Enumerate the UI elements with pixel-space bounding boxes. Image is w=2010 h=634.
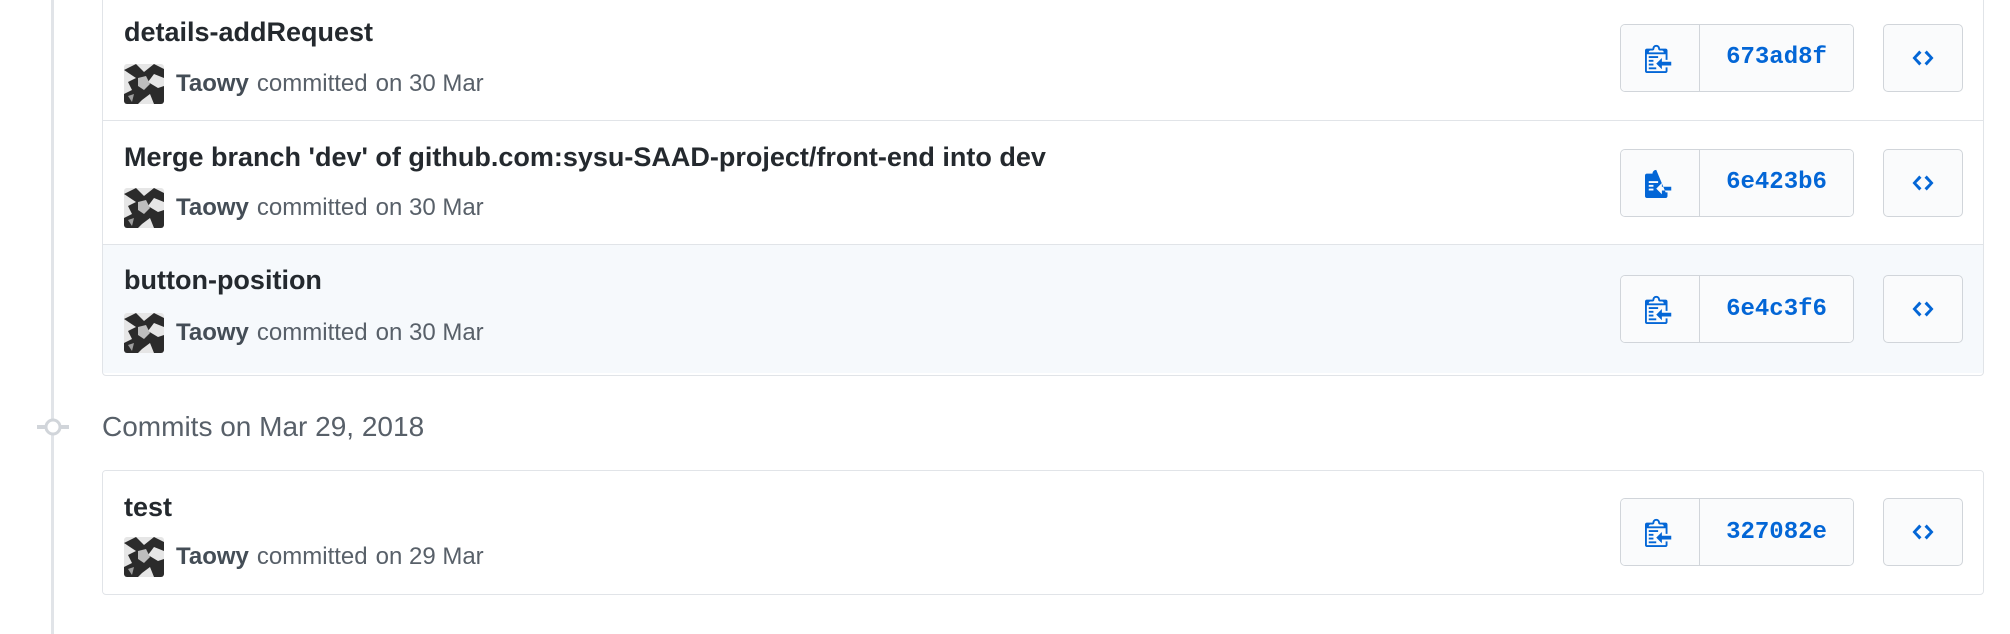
code-icon [1912,50,1934,65]
commit-action: committed [256,543,368,570]
commit-meta: Taowy committed on 29 Mar [124,537,484,577]
browse-repo-button[interactable] [1883,498,1963,566]
commit-sha-link[interactable]: 327082e [1700,499,1853,565]
timeline-line [51,0,54,634]
commit-meta: Taowy committed on 30 Mar [124,64,484,104]
author-name[interactable]: Taowy [176,194,249,222]
commit-row: Merge branch 'dev' of github.com:sysu-SA… [103,121,1983,245]
clippy-icon [1645,169,1672,198]
commit-row: details-addRequest Taowy committed on 30… [103,0,1983,121]
commit-sha-button-group: 6e423b6 [1620,148,1854,217]
commit-sha-button-group: 673ad8f [1620,23,1854,92]
browse-repo-button[interactable] [1883,148,1963,217]
copy-sha-button[interactable] [1621,499,1700,565]
commit-date: on 30 Mar [375,194,484,221]
browse-repo-button[interactable] [1883,23,1963,92]
commit-row: test Taowy committed on 29 Mar 327082e [103,471,1983,593]
copy-sha-button[interactable] [1621,276,1700,342]
commit-date: on 30 Mar [375,319,484,346]
browse-repo-button[interactable] [1883,275,1963,343]
commit-date: on 30 Mar [375,70,484,97]
avatar-image [124,313,164,353]
commit-sha-button-group: 6e4c3f6 [1620,275,1854,343]
commit-title-link[interactable]: details-addRequest [124,17,373,48]
copy-sha-button[interactable] [1621,24,1700,91]
commit-action: committed [256,70,368,97]
author-avatar[interactable] [124,188,164,228]
code-icon [1912,301,1934,317]
commit-group-mar-30: details-addRequest Taowy committed on 30… [102,0,1984,376]
clippy-icon [1645,518,1672,547]
copy-sha-button[interactable] [1621,149,1700,216]
clippy-icon [1645,295,1672,324]
author-avatar[interactable] [124,64,164,104]
commit-meta: Taowy committed on 30 Mar [124,313,484,353]
commit-title-link[interactable]: button-position [124,265,322,296]
commit-row: button-position Taowy committed on 30 Ma… [103,245,1983,373]
author-avatar[interactable] [124,537,164,577]
commit-title-link[interactable]: Merge branch 'dev' of github.com:sysu-SA… [124,142,1046,173]
commit-meta: Taowy committed on 30 Mar [124,188,484,228]
commit-action: committed [256,319,368,346]
avatar-image [124,537,164,577]
author-avatar[interactable] [124,313,164,353]
clippy-icon [1645,44,1672,73]
code-icon [1912,175,1934,190]
code-icon [1912,524,1934,540]
author-name[interactable]: Taowy [176,543,249,571]
commit-group-mar-29: test Taowy committed on 29 Mar 327082e [102,470,1984,595]
avatar-image [124,64,164,104]
author-name[interactable]: Taowy [176,70,249,98]
commit-action: committed [256,194,368,221]
commit-title-link[interactable]: test [124,492,172,523]
git-commit-icon [37,417,69,442]
commit-sha-link[interactable]: 6e423b6 [1700,149,1853,216]
commit-sha-link[interactable]: 673ad8f [1700,24,1853,91]
commit-sha-button-group: 327082e [1620,498,1854,566]
commit-sha-link[interactable]: 6e4c3f6 [1700,276,1853,342]
author-name[interactable]: Taowy [176,319,249,347]
commit-date: on 29 Mar [375,543,484,570]
commit-date-heading: Commits on Mar 29, 2018 [102,411,425,442]
avatar-image [124,188,164,228]
